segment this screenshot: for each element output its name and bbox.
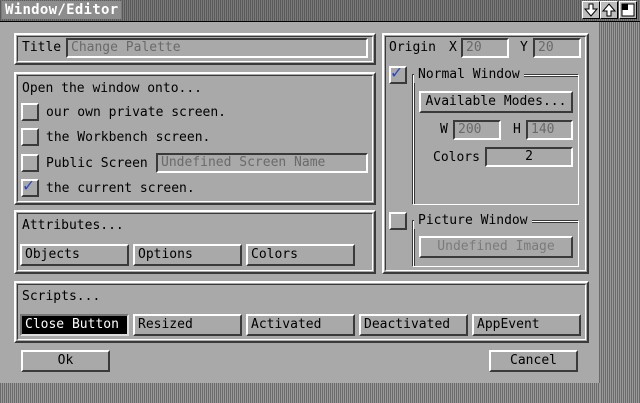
origin-x-label: X <box>449 40 457 55</box>
checkmark-icon: ✓ <box>23 175 34 196</box>
height-label: H <box>513 122 521 137</box>
appevent-script-button[interactable]: AppEvent <box>472 314 581 336</box>
attributes-heading: Attributes... <box>22 218 124 233</box>
scripts-heading: Scripts... <box>22 289 101 304</box>
private-screen-label: our own private screen. <box>46 105 227 120</box>
depth-up-button[interactable] <box>600 1 618 19</box>
picture-window-label: Picture Window <box>414 213 532 229</box>
title-bar[interactable]: Window/Editor <box>0 0 640 22</box>
public-screen-name-input[interactable]: Undefined Screen Name <box>156 153 368 173</box>
available-modes-button[interactable]: Available Modes... <box>419 91 573 113</box>
origin-y-input[interactable]: 20 <box>533 38 581 58</box>
origin-x-input[interactable]: 20 <box>461 38 509 58</box>
editor-window: Window/Editor Title Change Palette Open … <box>0 0 640 403</box>
public-screen-label: Public Screen <box>46 156 148 171</box>
depth-down-button[interactable] <box>582 1 600 19</box>
resized-script-button[interactable]: Resized <box>133 314 242 336</box>
height-input[interactable]: 140 <box>526 120 573 140</box>
window-title: Window/Editor <box>2 1 122 19</box>
colors-input[interactable]: 2 <box>485 147 573 167</box>
undefined-image-button[interactable]: Undefined Image <box>419 236 573 258</box>
origin-y-label: Y <box>520 40 528 55</box>
zoom-icon <box>621 3 635 17</box>
ok-button[interactable]: Ok <box>21 350 110 372</box>
checkmark-icon: ✓ <box>391 62 402 83</box>
normal-window-label: Normal Window <box>414 67 524 83</box>
arrow-up-icon <box>601 3 617 17</box>
deactivated-script-button[interactable]: Deactivated <box>359 314 468 336</box>
arrow-down-icon <box>583 3 599 17</box>
normal-window-checkbox[interactable]: ✓ <box>389 62 407 84</box>
origin-label: Origin <box>389 40 436 55</box>
close-button-script[interactable]: Close Button <box>20 314 129 336</box>
bottom-border <box>0 383 600 403</box>
title-input[interactable]: Change Palette <box>66 38 368 58</box>
title-label: Title <box>22 40 62 55</box>
objects-button[interactable]: Objects <box>20 244 129 266</box>
cancel-button[interactable]: Cancel <box>489 350 578 372</box>
picture-window-checkbox[interactable] <box>389 212 407 230</box>
current-screen-checkbox[interactable]: ✓ <box>21 175 39 197</box>
workbench-screen-label: the Workbench screen. <box>46 130 211 145</box>
workbench-screen-checkbox[interactable] <box>21 128 39 146</box>
right-border <box>599 22 640 403</box>
open-onto-heading: Open the window onto... <box>22 81 203 96</box>
private-screen-checkbox[interactable] <box>21 103 39 121</box>
width-label: W <box>440 122 448 137</box>
width-input[interactable]: 200 <box>453 120 501 140</box>
options-button[interactable]: Options <box>133 244 242 266</box>
current-screen-label: the current screen. <box>46 181 195 196</box>
public-screen-checkbox[interactable] <box>21 154 39 172</box>
colors-button[interactable]: Colors <box>246 244 355 266</box>
colors-label: Colors <box>433 150 480 165</box>
zoom-button[interactable] <box>619 1 637 19</box>
activated-script-button[interactable]: Activated <box>246 314 355 336</box>
